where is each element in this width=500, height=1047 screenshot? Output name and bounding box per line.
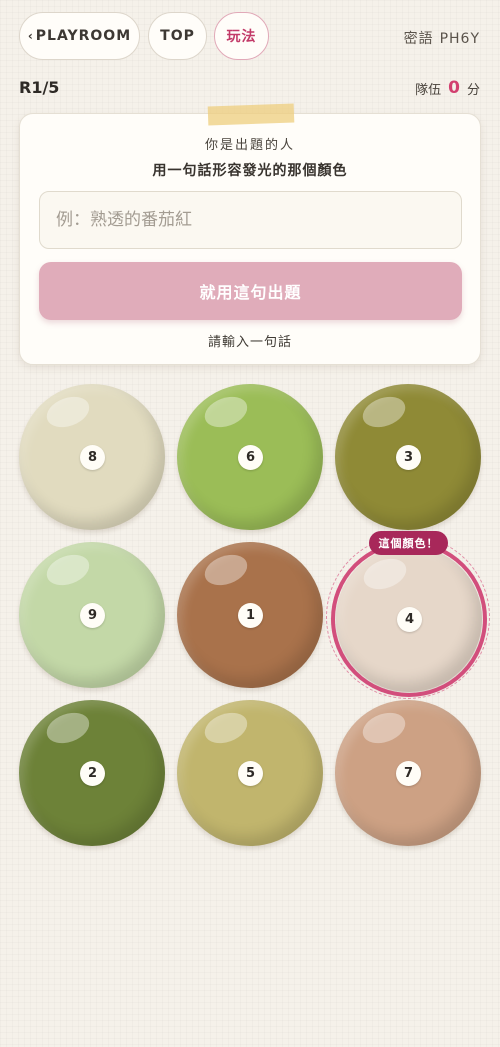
swatch-number-badge: 8 xyxy=(80,445,105,470)
paint-swatch-7[interactable]: 7 xyxy=(335,700,481,846)
paint-swatch-3[interactable]: 3 xyxy=(335,384,481,530)
gloss-highlight xyxy=(358,391,410,433)
gloss-highlight xyxy=(42,707,94,749)
gloss-highlight xyxy=(42,391,94,433)
swatch-number-badge: 2 xyxy=(80,761,105,786)
swatch-number-badge: 6 xyxy=(238,445,263,470)
paint-swatch-2[interactable]: 2 xyxy=(19,700,165,846)
paint-swatch-6[interactable]: 6 xyxy=(177,384,323,530)
swatch-number-badge: 3 xyxy=(396,445,421,470)
paint-swatch-1[interactable]: 1 xyxy=(177,542,323,688)
color-grid: 8 6 3 9 1 4 2 5 7 這個顏色！ xyxy=(0,0,500,1047)
swatch-number-badge: 1 xyxy=(238,603,263,628)
gloss-highlight xyxy=(358,707,410,749)
gloss-highlight xyxy=(200,549,252,591)
gloss-highlight xyxy=(42,549,94,591)
paint-swatch-5[interactable]: 5 xyxy=(177,700,323,846)
swatch-number-badge: 9 xyxy=(80,603,105,628)
paint-swatch-8[interactable]: 8 xyxy=(19,384,165,530)
paint-swatch-9[interactable]: 9 xyxy=(19,542,165,688)
swatch-number-badge: 5 xyxy=(238,761,263,786)
gloss-highlight xyxy=(200,391,252,433)
swatch-number-badge: 7 xyxy=(396,761,421,786)
selected-color-tag: 這個顏色！ xyxy=(369,531,448,555)
selection-ring xyxy=(331,541,487,697)
gloss-highlight xyxy=(200,707,252,749)
